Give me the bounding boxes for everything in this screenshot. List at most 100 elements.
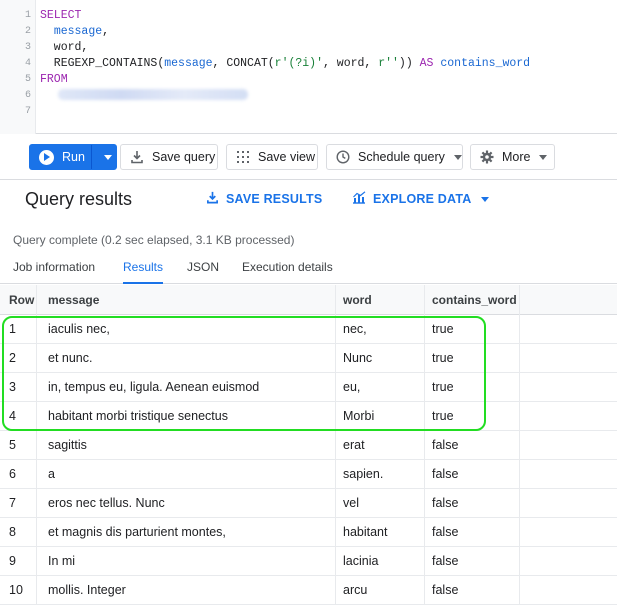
table-row[interactable]: 7 eros nec tellus. Nunc vel false [0, 489, 617, 518]
code-line[interactable]: 6 [0, 88, 617, 104]
tab-json[interactable]: JSON [187, 260, 219, 284]
table-cell: 4 [9, 409, 16, 423]
table-cell: habitant morbi tristique senectus [48, 409, 228, 423]
line-number: 3 [24, 42, 31, 53]
sql-editor[interactable]: 1 SELECT 2 message, 3 word, 4 REGEXP_CONTAIN… [0, 0, 617, 134]
download-icon [206, 191, 219, 207]
table-cell: lacinia [343, 554, 379, 568]
run-options-dropdown[interactable] [90, 145, 116, 169]
code-text [40, 88, 248, 104]
caret-down-icon [481, 196, 490, 202]
table-cell: a [48, 467, 55, 481]
code-token: r'' [378, 57, 399, 70]
table-cell: in, tempus eu, ligula. Aenean euismod [48, 380, 260, 394]
code-token: FROM [40, 73, 68, 86]
query-toolbar: Run Save query Save view Schedule query … [0, 134, 617, 180]
table-cell: sagittis [48, 438, 87, 452]
column-divider [424, 285, 425, 605]
redacted-table-name [58, 89, 248, 101]
table-cell: 1 [9, 322, 16, 336]
caret-down-icon [453, 154, 462, 160]
table-row[interactable]: 1 iaculis nec, nec, true [0, 315, 617, 344]
table-cell: false [432, 496, 459, 510]
results-tabs: Job information Results JSON Execution d… [0, 254, 617, 284]
query-results-header: Query results SAVE RESULTS EXPLORE DATA [0, 180, 617, 220]
code-line[interactable]: 3 word, [0, 40, 617, 56]
table-cell: false [432, 438, 459, 452]
table-cell: et nunc. [48, 351, 93, 365]
table-cell: false [432, 525, 459, 539]
clock-icon [335, 149, 351, 165]
code-token: contains_word [440, 57, 531, 70]
query-status: Query complete (0.2 sec elapsed, 3.1 KB … [13, 233, 295, 247]
table-row[interactable]: 9 In mi lacinia false [0, 547, 617, 576]
table-cell: sapien. [343, 467, 384, 481]
table-cell: 5 [9, 438, 16, 452]
code-token: REGEXP_CONTAINS( [40, 57, 165, 70]
table-cell: mollis. Integer [48, 583, 126, 597]
download-icon [129, 149, 145, 165]
code-text: message, [40, 24, 109, 40]
table-cell: iaculis nec, [48, 322, 110, 336]
table-row[interactable]: 8 et magnis dis parturient montes, habitan… [0, 518, 617, 547]
code-token: word, [40, 41, 89, 54]
table-row[interactable]: 4 habitant morbi tristique senectus Morbi t… [0, 402, 617, 431]
code-text: SELECT [40, 8, 81, 24]
line-number: 7 [24, 106, 31, 117]
line-number: 5 [24, 74, 31, 85]
tab-results[interactable]: Results [123, 260, 164, 284]
play-icon [39, 149, 54, 165]
code-line[interactable]: 4 REGEXP_CONTAINS(message, CONCAT(r'(?i)… [0, 56, 617, 72]
table-row[interactable]: 6 a sapien. false [0, 460, 617, 489]
save-query-button[interactable]: Save query [120, 144, 218, 170]
table-cell: et magnis dis parturient montes, [48, 525, 226, 539]
table-cell: 9 [9, 554, 16, 568]
more-button[interactable]: More [470, 144, 555, 170]
chart-icon [352, 191, 366, 207]
table-cell: true [432, 380, 454, 394]
table-cell: 2 [9, 351, 16, 365]
run-button[interactable]: Run [29, 144, 117, 170]
column-divider [36, 285, 37, 605]
table-cell: vel [343, 496, 359, 510]
code-token: SELECT [40, 9, 82, 22]
table-cell: true [432, 409, 454, 423]
explore-data-button[interactable]: EXPLORE DATA [352, 191, 490, 207]
schedule-query-label: Schedule query [358, 150, 445, 164]
column-header-message: message [48, 293, 100, 307]
table-row[interactable]: 10 mollis. Integer arcu false [0, 576, 617, 605]
table-cell: eros nec tellus. Nunc [48, 496, 165, 510]
code-text: word, [40, 40, 89, 56]
gear-icon [479, 149, 495, 165]
code-line[interactable]: 2 message, [0, 24, 617, 40]
code-line[interactable]: 1 SELECT [0, 8, 617, 24]
code-token: message [53, 25, 103, 38]
column-header-word: word [343, 293, 372, 307]
line-number: 4 [24, 58, 31, 69]
schedule-query-button[interactable]: Schedule query [326, 144, 463, 170]
table-row[interactable]: 2 et nunc. Nunc true [0, 344, 617, 373]
code-text: REGEXP_CONTAINS(message, CONCAT(r'(?i)',… [40, 56, 530, 72]
code-token: message [164, 57, 213, 70]
tab-execution-details[interactable]: Execution details [242, 260, 333, 284]
more-label: More [502, 150, 531, 164]
code-line[interactable]: 7 [0, 104, 617, 120]
table-row[interactable]: 5 sagittis erat false [0, 431, 617, 460]
table-cell: 3 [9, 380, 16, 394]
code-line[interactable]: 5 FROM [0, 72, 617, 88]
query-results-title: Query results [25, 189, 133, 209]
table-cell: 10 [9, 583, 23, 597]
table-cell: false [432, 554, 459, 568]
column-divider [335, 285, 336, 605]
run-label: Run [62, 150, 85, 164]
table-cell: 6 [9, 467, 16, 481]
save-results-button[interactable]: SAVE RESULTS [206, 191, 322, 207]
code-token: , CONCAT( [212, 57, 275, 70]
tab-job-information[interactable]: Job information [13, 260, 95, 284]
column-header-contains-word: contains_word [432, 293, 517, 307]
line-number: 2 [24, 26, 31, 37]
table-cell: arcu [343, 583, 368, 597]
save-view-button[interactable]: Save view [226, 144, 318, 170]
table-row[interactable]: 3 in, tempus eu, ligula. Aenean euismod eu… [0, 373, 617, 402]
code-token: )) [398, 57, 420, 70]
